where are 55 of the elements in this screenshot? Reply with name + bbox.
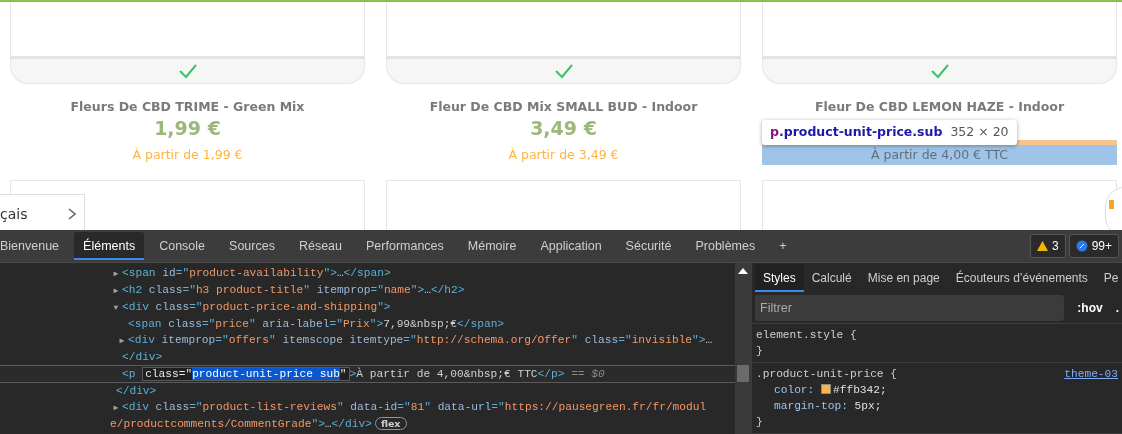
filter-toggle[interactable]: . [1102, 299, 1119, 317]
css-brace: } [756, 415, 764, 430]
css-brace: } [756, 344, 764, 359]
css-declaration: color: #ffb342; [773, 383, 888, 398]
product-title[interactable]: Fleur De CBD Mix SMALL BUD - Indoor [429, 98, 698, 114]
filter-field[interactable]: Filtrer [755, 295, 1065, 321]
code-line[interactable]: </div> [0, 383, 735, 399]
scrollbar[interactable] [735, 263, 751, 434]
devtools-tab[interactable]: Problèmes [686, 232, 765, 260]
messages-counter[interactable]: 99+ [1068, 234, 1119, 258]
chat-bubble-icon [1075, 240, 1088, 252]
devtools-tab[interactable]: Réseau [289, 232, 351, 260]
devtools-tab[interactable]: Mémoire [458, 232, 526, 260]
warning-icon [1036, 241, 1048, 251]
code-line[interactable]: ▶ <div itemprop="offers" itemscope itemtype="http://schema.org/Offer" class="invisible">… [0, 332, 735, 349]
source-link[interactable]: theme-03 [1064, 366, 1118, 382]
code-line[interactable]: <span class="price" aria-label="Prix">7,99&nbsp;€</span> [0, 316, 735, 332]
devtools-tab[interactable]: Performances [357, 232, 453, 260]
devtools-tab[interactable]: Sécurité [616, 232, 681, 260]
code-line[interactable]: ▶ <div class="product-list-reviews" data-id="81" data-url="https://pausegreen.fr/fr/module/productcomments/CommentGrade">…</div> flex [0, 399, 735, 432]
styles-tab[interactable]: Styles [755, 264, 804, 292]
product-title[interactable]: Fleurs De CBD TRIME - Green Mix [70, 98, 305, 114]
styles-tab[interactable]: Calculé [803, 264, 860, 292]
add-tab-button[interactable]: + [770, 232, 796, 260]
unit-price: À partir de 3,49 € [507, 146, 620, 164]
styles-tab[interactable]: Écouteurs d’événements [947, 264, 1096, 292]
warnings-counter[interactable]: 3 [1029, 234, 1066, 258]
styles-tab[interactable]: Pe [1095, 264, 1122, 292]
css-declaration: margin-top: 5px; [773, 399, 883, 414]
language-menu[interactable]: çais [0, 194, 85, 230]
devtools-tab[interactable]: Bienvenue [0, 232, 69, 260]
devtools-tab[interactable]: Sources [220, 232, 284, 260]
code-line[interactable]: ▶ <h2 class="h3 product-title" itemprop="name">…</h2> [0, 282, 735, 299]
scroll-up-icon [738, 268, 748, 274]
check-icon [177, 63, 198, 79]
devtools-tab[interactable]: Application [531, 232, 611, 260]
filter-toggle[interactable]: :hov [1064, 299, 1103, 317]
code-line[interactable]: ▶ <span id="product-availability">…</span> [0, 265, 735, 282]
product-title[interactable]: Fleur De CBD LEMON HAZE - Indoor [814, 98, 1065, 114]
devtools-tab[interactable]: Console [150, 232, 215, 260]
chevron-right-icon [68, 208, 76, 220]
css-selector: element.style { [756, 328, 857, 343]
devtools-tab[interactable]: Éléments [74, 232, 145, 260]
css-selector: .product-unit-price { [756, 367, 897, 382]
inspect-tooltip: p.product-unit-price.sub 352 × 20 [762, 120, 1017, 145]
color-swatch[interactable] [821, 384, 831, 394]
code-line[interactable]: ▼ <div class="product-price-and-shipping"> [0, 299, 735, 316]
code-line[interactable]: </div> [0, 349, 735, 365]
product-price: 1,99 € [154, 116, 221, 140]
check-icon [553, 63, 574, 79]
product-price: 3,49 € [530, 116, 597, 140]
styles-tab[interactable]: Mise en page [859, 264, 948, 292]
check-icon [929, 63, 950, 79]
unit-price: À partir de 1,99 € [131, 146, 244, 164]
scrollbar-thumb[interactable] [737, 365, 749, 382]
